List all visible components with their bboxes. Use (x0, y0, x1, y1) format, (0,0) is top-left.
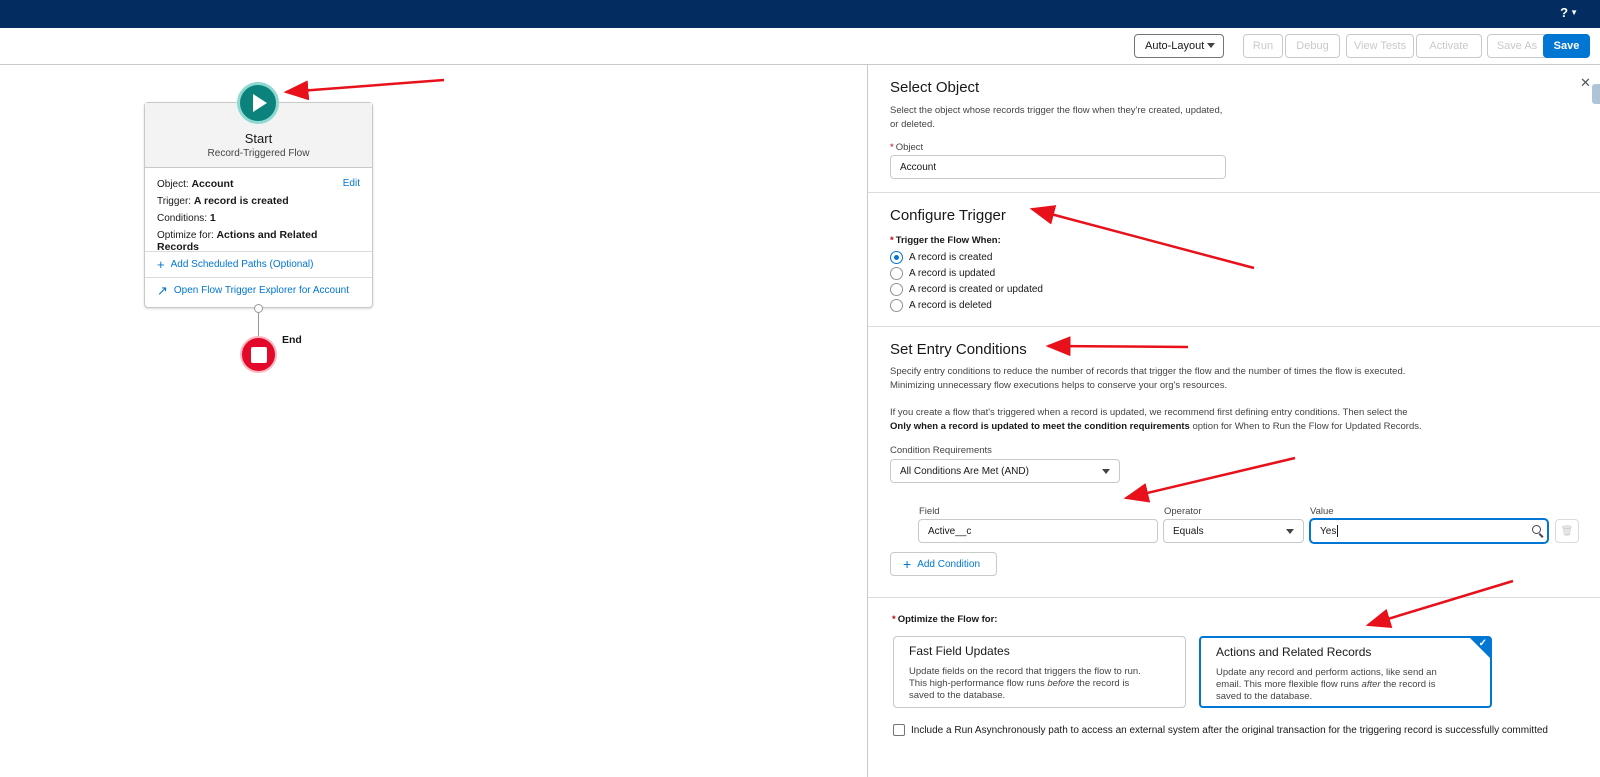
operator-label: Operator (1164, 506, 1202, 517)
fast-field-updates-card[interactable]: Fast Field Updates Update fields on the … (893, 636, 1186, 708)
end-node-icon[interactable] (240, 336, 277, 373)
option-title: Fast Field Updates (909, 644, 1010, 658)
run-button[interactable]: Run (1243, 34, 1283, 58)
annotation-arrow (1123, 456, 1296, 503)
add-scheduled-paths-link[interactable]: + Add Scheduled Paths (Optional) (145, 251, 372, 277)
debug-button[interactable]: Debug (1285, 34, 1340, 58)
condition-value-input[interactable]: Yes (1310, 519, 1548, 543)
section-divider (868, 597, 1600, 598)
start-subtitle: Record-Triggered Flow (207, 148, 310, 159)
trash-icon: 🗑 (1560, 525, 1574, 537)
option-description: Update fields on the record that trigger… (909, 666, 1141, 701)
connector-node[interactable] (254, 304, 263, 313)
condition-field-input[interactable]: Active__c (918, 519, 1158, 543)
option-description: Update any record and perform actions, l… (1216, 667, 1437, 702)
annotation-arrow (1029, 205, 1255, 270)
condition-requirements-label: Condition Requirements (890, 445, 992, 456)
external-link-icon: ↗ (157, 282, 168, 298)
edit-link[interactable]: Edit (343, 178, 360, 189)
entry-conditions-heading: Set Entry Conditions (890, 341, 1027, 358)
close-icon[interactable]: ✕ (1580, 75, 1591, 91)
actions-related-records-card[interactable]: ✓ Actions and Related Records Update any… (1199, 636, 1492, 708)
panel-divider (867, 65, 868, 777)
radio-record-deleted[interactable] (890, 299, 903, 312)
run-async-label: Include a Run Asynchronously path to acc… (911, 725, 1548, 736)
start-card-details: Object: Account Edit Trigger: A record i… (145, 168, 372, 253)
start-trigger-row: Trigger: A record is created (157, 195, 289, 207)
option-title: Actions and Related Records (1216, 645, 1372, 659)
radio-label: A record is updated (909, 268, 996, 279)
section-divider (868, 326, 1600, 327)
trigger-when-label: * Trigger the Flow When: (890, 235, 1001, 246)
global-header: ? ▼ (0, 0, 1600, 28)
start-node-icon[interactable] (237, 82, 279, 124)
object-field-label: * Object (890, 142, 924, 153)
section-divider (868, 192, 1600, 193)
start-title: Start (244, 131, 273, 146)
search-icon (1532, 525, 1541, 534)
help-icon: ? (1560, 5, 1569, 20)
run-async-checkbox[interactable] (893, 724, 905, 736)
entry-conditions-recommendation: If you create a flow that's triggered wh… (890, 407, 1422, 432)
start-conditions-row: Conditions: 1 (157, 212, 216, 224)
condition-requirements-select[interactable]: All Conditions Are Met (AND) (890, 459, 1120, 483)
select-object-description: Select the object whose records trigger … (890, 105, 1223, 130)
layout-select[interactable]: Auto-Layout (1134, 34, 1224, 58)
radio-label: A record is deleted (909, 300, 992, 311)
chevron-down-icon (1207, 43, 1215, 48)
start-optimize-row: Optimize for: Actions and Related Record… (157, 229, 318, 253)
radio-record-created-or-updated[interactable] (890, 283, 903, 296)
plus-icon: + (903, 556, 912, 572)
entry-conditions-description: Specify entry conditions to reduce the n… (890, 366, 1406, 391)
annotation-arrow (1045, 336, 1189, 357)
field-label: Field (919, 506, 940, 517)
value-label: Value (1310, 506, 1334, 517)
configure-trigger-heading: Configure Trigger (890, 207, 1006, 224)
stop-icon (250, 346, 267, 363)
select-object-heading: Select Object (890, 79, 980, 96)
annotation-arrow (1365, 579, 1514, 629)
radio-record-updated[interactable] (890, 267, 903, 280)
chevron-down-icon: ▼ (1570, 8, 1578, 17)
annotation-arrow (283, 78, 445, 101)
save-as-button[interactable]: Save As (1487, 34, 1547, 58)
view-tests-button[interactable]: View Tests (1346, 34, 1414, 58)
chevron-down-icon (1102, 469, 1110, 474)
optimize-label: * Optimize the Flow for: (892, 614, 998, 625)
radio-record-created[interactable] (890, 251, 903, 264)
radio-label: A record is created (909, 252, 993, 263)
radio-label: A record is created or updated (909, 284, 1043, 295)
play-icon (253, 94, 267, 112)
help-menu[interactable]: ? ▼ (1560, 5, 1578, 20)
check-icon: ✓ (1478, 638, 1487, 649)
open-trigger-explorer-link[interactable]: ↗ Open Flow Trigger Explorer for Account (145, 277, 372, 303)
end-label: End (282, 334, 302, 346)
chevron-down-icon (1286, 529, 1294, 534)
start-object-row: Object: Account Edit (157, 178, 360, 190)
object-input[interactable]: Account (890, 155, 1226, 179)
add-condition-button[interactable]: + Add Condition (890, 552, 997, 576)
activate-button[interactable]: Activate (1416, 34, 1482, 58)
plus-icon: + (157, 257, 165, 272)
delete-condition-button[interactable]: 🗑 (1555, 519, 1579, 543)
panel-toggle[interactable] (1592, 84, 1600, 104)
start-element-card[interactable]: Start Record-Triggered Flow Object: Acco… (144, 102, 373, 308)
save-button[interactable]: Save (1543, 34, 1590, 58)
flow-toolbar: Auto-Layout Run Debug View Tests Activat… (0, 28, 1600, 65)
condition-operator-select[interactable]: Equals (1163, 519, 1304, 543)
